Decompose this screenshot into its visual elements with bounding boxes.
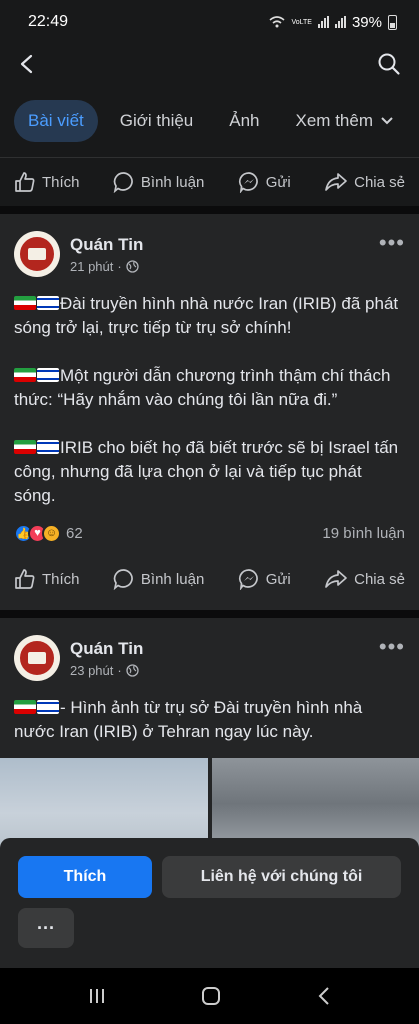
globe-icon <box>126 663 139 677</box>
israel-flag-icon <box>37 368 59 382</box>
israel-flag-icon <box>37 296 59 310</box>
post-paragraph: IRIB cho biết họ đã biết trước sẽ bị Isr… <box>14 438 399 505</box>
tab-see-more[interactable]: Xem thêm <box>282 100 407 142</box>
signal-icon-2 <box>334 16 346 28</box>
back-nav-icon[interactable] <box>316 986 332 1006</box>
share-button[interactable]: Chia sẻ <box>324 171 405 193</box>
contact-us-button[interactable]: Liên hệ với chúng tôi <box>162 856 401 898</box>
more-button[interactable]: ··· <box>18 908 74 948</box>
post-images <box>0 758 419 850</box>
page-name[interactable]: Quán Tin <box>70 235 379 255</box>
like-button[interactable]: Thích <box>14 568 80 590</box>
battery-level: 39% <box>351 13 382 31</box>
post-text: - Hình ảnh từ trụ sở Đài truyền hình nhà… <box>0 684 419 744</box>
like-button[interactable]: Thích <box>14 171 80 193</box>
send-button[interactable]: Gửi <box>238 171 291 193</box>
search-icon[interactable] <box>377 52 401 76</box>
feed-divider <box>0 610 419 618</box>
comment-button[interactable]: Bình luận <box>113 568 204 590</box>
post-photo[interactable] <box>0 758 208 850</box>
status-time: 22:49 <box>28 13 69 30</box>
haha-reaction-icon: ☺ <box>42 523 61 543</box>
post-card: Quán Tin 21 phút · ••• Đài truyền hình n… <box>0 214 419 610</box>
comment-icon <box>113 569 133 590</box>
feed-divider <box>0 206 419 214</box>
iran-flag-icon <box>14 440 36 454</box>
post-paragraph: Một người dẫn chương trình thậm chí thác… <box>14 366 391 409</box>
israel-flag-icon <box>37 700 59 714</box>
globe-icon <box>126 259 139 273</box>
iran-flag-icon <box>14 700 36 714</box>
wifi-icon <box>269 16 285 28</box>
like-page-button[interactable]: Thích <box>18 856 152 898</box>
more-options-icon[interactable]: ••• <box>379 230 405 256</box>
post-paragraph: Đài truyền hình nhà nước Iran (IRIB) đã … <box>14 294 399 337</box>
post-time: 23 phút <box>70 662 114 678</box>
post-actions: Thích Bình luận Gửi Chia sẻ <box>0 548 419 610</box>
avatar[interactable] <box>14 635 60 681</box>
prev-post-actions: Thích Bình luận Gửi Chia sẻ <box>0 158 419 206</box>
tab-posts[interactable]: Bài viết <box>14 99 98 142</box>
share-icon <box>325 173 347 191</box>
israel-flag-icon <box>37 440 59 454</box>
page-tabs: Bài viết Giới thiệu Ảnh Xem thêm <box>0 84 419 158</box>
volte-label: VoLTE <box>291 18 312 26</box>
tab-photos[interactable]: Ảnh <box>215 100 273 142</box>
more-options-icon[interactable]: ••• <box>379 634 405 660</box>
page-action-panel: Thích Liên hệ với chúng tôi ··· <box>0 838 419 968</box>
post-photo[interactable] <box>211 758 419 850</box>
reactions-button[interactable]: 👍 ♥ ☺ 62 <box>14 523 83 543</box>
post-header: Quán Tin 23 phút · ••• <box>0 618 419 684</box>
signal-icon <box>317 16 329 28</box>
iran-flag-icon <box>14 296 36 310</box>
home-icon[interactable] <box>200 985 222 1007</box>
chevron-down-icon <box>381 116 393 124</box>
thumbs-up-icon <box>15 569 35 589</box>
share-icon <box>325 570 347 588</box>
page-name[interactable]: Quán Tin <box>70 639 379 659</box>
tab-about[interactable]: Giới thiệu <box>106 100 208 142</box>
system-nav-bar <box>0 968 419 1024</box>
comment-count[interactable]: 19 bình luận <box>322 525 405 542</box>
post-text: Đài truyền hình nhà nước Iran (IRIB) đã … <box>0 280 419 508</box>
reaction-count: 62 <box>66 524 83 542</box>
comment-button[interactable]: Bình luận <box>113 171 204 193</box>
avatar[interactable] <box>14 231 60 277</box>
top-bar <box>0 44 419 84</box>
iran-flag-icon <box>14 368 36 382</box>
battery-icon <box>388 14 397 30</box>
recent-apps-icon[interactable] <box>87 987 107 1005</box>
post-card: Quán Tin 23 phút · ••• - Hình ảnh từ trụ… <box>0 618 419 850</box>
status-bar: 22:49 VoLTE 39% <box>0 0 419 44</box>
messenger-icon <box>238 569 258 590</box>
thumbs-up-icon <box>15 172 35 192</box>
reactions-summary: 👍 ♥ ☺ 62 19 bình luận <box>0 508 419 548</box>
comment-icon <box>113 172 133 193</box>
messenger-icon <box>238 172 258 193</box>
send-button[interactable]: Gửi <box>238 568 291 590</box>
share-button[interactable]: Chia sẻ <box>324 568 405 590</box>
post-header: Quán Tin 21 phút · ••• <box>0 214 419 280</box>
post-paragraph: - Hình ảnh từ trụ sở Đài truyền hình nhà… <box>14 698 363 741</box>
post-time: 21 phút <box>70 258 114 274</box>
back-arrow-icon[interactable] <box>16 53 38 75</box>
